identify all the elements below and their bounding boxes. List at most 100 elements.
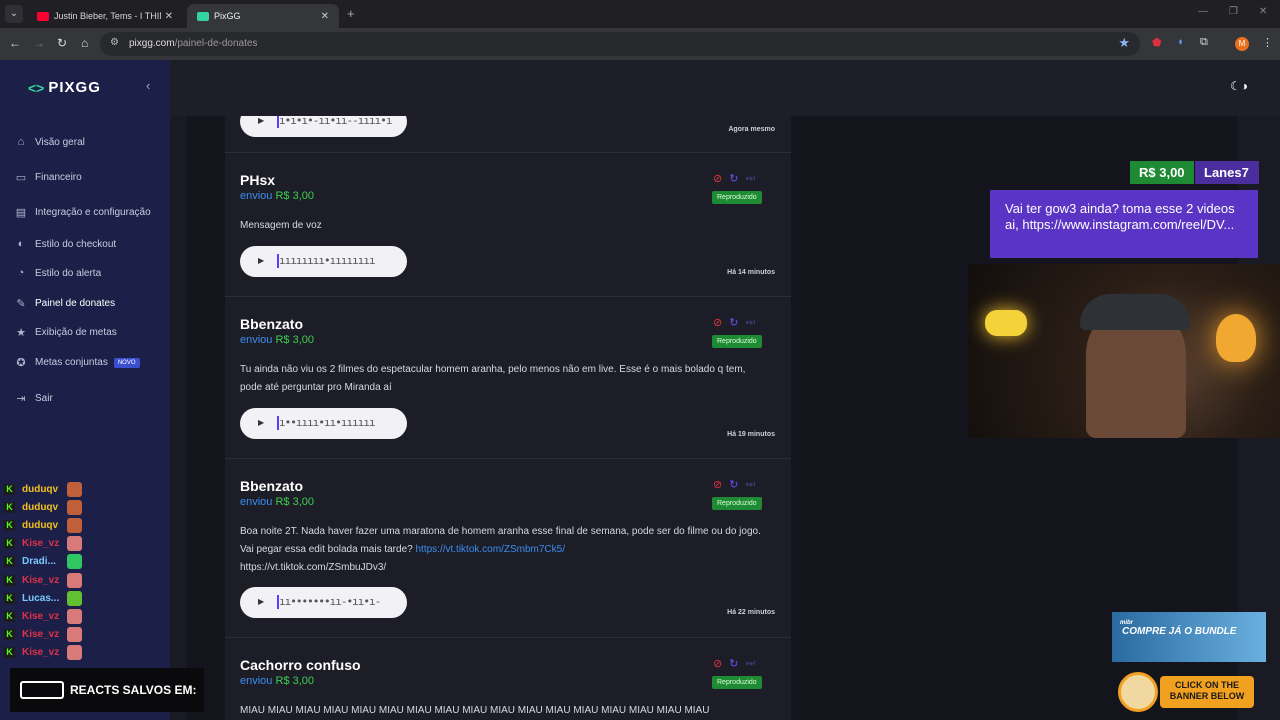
close-window-icon[interactable]: ✕ (1259, 6, 1267, 17)
megaphone-icon: ✎ (16, 298, 26, 310)
home-button-icon[interactable]: ⌂ (81, 36, 88, 50)
skip-icon[interactable]: ⏭ (745, 478, 755, 491)
tab-search-dropdown[interactable]: ⌄ (5, 5, 23, 23)
sidebar-item-financeiro[interactable]: ▭ Financeiro (14, 171, 82, 184)
profile-avatar[interactable]: M (1235, 37, 1249, 51)
waveform[interactable]: ıı•••••••ıı-•ıı•ı- (276, 595, 381, 609)
chat-username: Dradi... (22, 556, 56, 568)
replay-icon[interactable]: ↻ (729, 172, 738, 185)
extension-audio-icon[interactable]: ◖ (1177, 36, 1184, 48)
site-info-icon[interactable]: ⚙ (110, 37, 119, 48)
alert-username: Lanes7 (1195, 161, 1259, 184)
sidebar-item-visao-geral[interactable]: ⌂ Visão geral (14, 136, 85, 148)
play-icon[interactable]: ▶ (258, 597, 264, 606)
sent-word: enviou (240, 190, 273, 202)
skip-icon[interactable]: ⏭ (745, 657, 755, 670)
cap-image (1080, 294, 1190, 330)
sidebar-item-label: Estilo do alerta (35, 267, 102, 279)
skip-icon[interactable]: ⏭ (745, 316, 755, 329)
kick-icon: K (4, 610, 15, 622)
emote-icon (67, 554, 82, 570)
tab-title: PixGG (214, 11, 241, 21)
reload-icon[interactable]: ↻ (57, 36, 67, 50)
collapse-sidebar-icon[interactable]: ‹ (146, 78, 150, 93)
donation-card: Bbenzato enviou R$ 3,00 ⊘ ↻ ⏭ Reproduzido … (225, 459, 791, 638)
sent-word: enviou (240, 675, 273, 687)
theme-toggle-icon[interactable]: ☾◑ (1230, 79, 1248, 93)
replay-icon[interactable]: ↻ (729, 478, 738, 491)
audio-player[interactable]: ▶ ı•ı•ı•-ıı•ıı--ıııı•ı (240, 116, 407, 137)
pixgg-favicon-icon (197, 11, 209, 21)
block-icon[interactable]: ⊘ (713, 316, 722, 329)
block-icon[interactable]: ⊘ (713, 657, 722, 670)
sidebar-item-integracao[interactable]: ▤ Integração e configuração (14, 206, 151, 219)
amount: R$ 3,00 (275, 190, 315, 202)
amount: R$ 3,00 (275, 675, 315, 687)
chat-message: K Kise_vz (4, 535, 82, 553)
tab-pixgg[interactable]: PixGG ✕ (187, 4, 339, 28)
audio-player[interactable]: ▶ ı••ıııı•ıı•ıııııı (240, 408, 407, 439)
sent-amount: enviou R$ 3,00 (240, 675, 314, 687)
timestamp: Há 14 minutos (727, 269, 775, 276)
chat-username: Kise_vz (22, 629, 60, 641)
sidebar-item-estilo-checkout[interactable]: ◐ Estilo do checkout (14, 238, 117, 250)
chat-message: K Kise_vz (4, 644, 82, 662)
promo-banner[interactable]: mibr COMPRE JÁ O BUNDLE (1112, 612, 1266, 662)
click-banner[interactable]: CLICK ON THE BANNER BELOW (1160, 676, 1254, 708)
sidebar-item-painel-donates[interactable]: ✎ Painel de donates (14, 297, 115, 310)
settings-icon: ▤ (15, 207, 27, 219)
pixgg-logo[interactable]: <> PIXGG (28, 79, 101, 96)
replay-icon[interactable]: ↻ (729, 316, 738, 329)
maximize-icon[interactable]: ❐ (1229, 6, 1238, 17)
donation-message: Mensagem de voz (240, 220, 322, 231)
close-tab-icon[interactable]: ✕ (165, 11, 173, 22)
card-actions: ⊘ ↻ ⏭ (713, 172, 755, 185)
waveform[interactable]: ı•ı•ı•-ıı•ıı--ıııı•ı (276, 116, 392, 128)
extension-shield-icon[interactable]: ⬟ (1152, 36, 1162, 49)
menu-kebab-icon[interactable]: ⋮ (1262, 36, 1273, 49)
sidebar-item-metas-conjuntas[interactable]: ✪ Metas conjuntas NOVO (14, 356, 140, 369)
chat-message: Kduduqv (4, 498, 82, 516)
extensions-puzzle-icon[interactable]: ⧉ (1200, 36, 1208, 49)
pixgg-logo-icon: <> (28, 79, 45, 96)
url-text: pixgg.com/painel-de-donates (129, 38, 257, 49)
sidebar-item-label: Sair (35, 393, 53, 404)
browser-toolbar: ← → ↻ ⌂ ⚙ pixgg.com/painel-de-donates ★ … (0, 28, 1280, 60)
forward-icon[interactable]: → (33, 36, 45, 50)
block-icon[interactable]: ⊘ (713, 172, 722, 185)
block-icon[interactable]: ⊘ (713, 478, 722, 491)
audio-player[interactable]: ▶ ıı•••••••ıı-•ıı•ı- (240, 587, 407, 618)
youtube-favicon-icon (37, 11, 49, 21)
sidebar-item-estilo-alerta[interactable]: ◔ Estilo do alerta (14, 267, 101, 279)
mascot-avatar (1118, 672, 1158, 712)
chat-message: K Lucas... (4, 589, 82, 607)
chat-username: duduqv (22, 519, 59, 531)
sidebar-item-exibicao-metas[interactable]: ★ Exibição de metas (14, 326, 117, 339)
bookmark-star-icon[interactable]: ★ (1118, 35, 1130, 51)
replay-icon[interactable]: ↻ (729, 657, 738, 670)
minimize-icon[interactable]: — (1198, 6, 1208, 17)
close-tab-icon[interactable]: ✕ (321, 11, 329, 22)
kick-icon: K (4, 483, 15, 495)
address-bar[interactable]: ⚙ pixgg.com/painel-de-donates ★ (100, 32, 1140, 56)
chat-username: duduqv (22, 501, 59, 513)
emote-icon (67, 645, 82, 661)
message-link[interactable]: https://vt.tiktok.com/ZSmbm7Ck5/ (415, 544, 564, 555)
new-tab-button[interactable]: + (347, 6, 355, 21)
waveform[interactable]: ı••ıııı•ıı•ıııııı (277, 416, 376, 430)
play-icon[interactable]: ▶ (258, 256, 264, 265)
play-icon[interactable]: ▶ (258, 418, 264, 427)
emote-icon (67, 627, 82, 643)
chat-message: K Kise_vz (4, 607, 82, 625)
tab-youtube[interactable]: Justin Bieber, Tems - I THINK YOU ✕ (27, 4, 183, 28)
lamp-image (985, 310, 1027, 336)
back-icon[interactable]: ← (9, 36, 21, 50)
audio-player[interactable]: ▶ ıııııııı•ıııııııı (240, 246, 407, 277)
chat-message: Kduduqv (4, 480, 82, 498)
donation-message: MIAU MIAU MIAU MIAU MIAU MIAU MIAU MIAU … (240, 705, 710, 716)
waveform[interactable]: ıııııııı•ıııııııı (277, 254, 376, 268)
sidebar-item-sair[interactable]: ⇥ Sair (14, 392, 53, 405)
kick-icon: K (4, 574, 15, 586)
play-icon[interactable]: ▶ (258, 116, 264, 125)
skip-icon[interactable]: ⏭ (745, 172, 755, 185)
